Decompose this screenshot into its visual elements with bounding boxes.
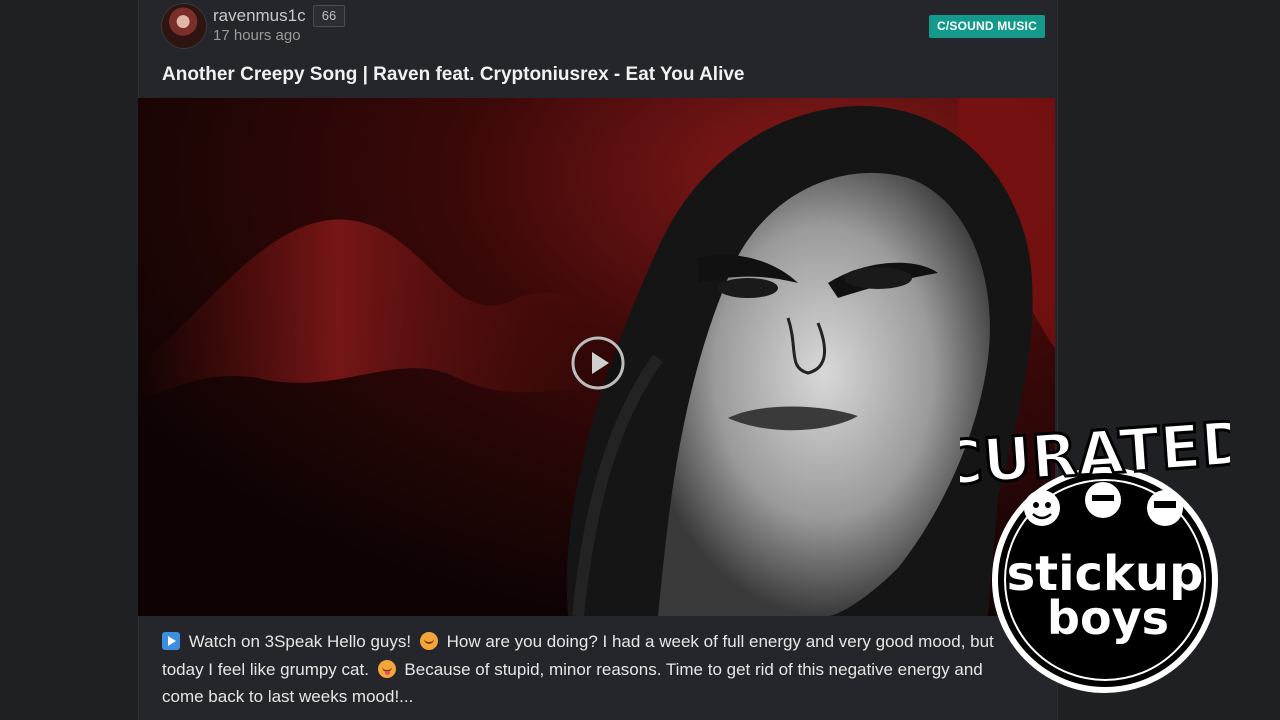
badge-line2: boys [1047, 591, 1169, 645]
author-avatar[interactable] [162, 4, 206, 48]
curated-stickup-boys-badge: CURATED stickup boys [935, 407, 1255, 700]
author-username[interactable]: ravenmus1c [213, 6, 306, 26]
post-title[interactable]: Another Creepy Song | Raven feat. Crypto… [162, 64, 744, 86]
smiling-face-icon [419, 632, 438, 650]
post-description[interactable]: Watch on 3Speak Hello guys! How are you … [162, 628, 1022, 711]
reputation-badge: 66 [313, 5, 345, 27]
post-timestamp[interactable]: 17 hours ago [213, 27, 301, 44]
tongue-face-icon [377, 659, 396, 678]
description-text-1: Watch on 3Speak Hello guys! [188, 632, 412, 651]
community-tag[interactable]: C/SOUND MUSIC [929, 15, 1045, 38]
play-circle-icon[interactable] [570, 335, 626, 391]
play-box-icon [162, 632, 180, 650]
badge-top-text: CURATED [960, 408, 1230, 500]
